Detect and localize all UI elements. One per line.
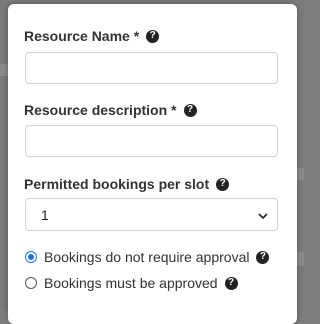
resource-name-input[interactable]: [25, 52, 278, 84]
help-icon[interactable]: ?: [183, 103, 197, 117]
background-strip: [296, 168, 304, 180]
resource-dialog: Resource Name * ? Resource description *…: [8, 4, 297, 324]
background-strip: [0, 64, 8, 76]
help-icon[interactable]: ?: [256, 250, 270, 264]
resource-name-label: Resource Name * ?: [24, 28, 160, 44]
approval-option-not-required[interactable]: Bookings do not require approval ?: [25, 249, 270, 265]
permitted-bookings-label: Permitted bookings per slot ?: [24, 176, 230, 192]
help-icon[interactable]: ?: [146, 29, 160, 43]
chevron-down-icon: [258, 207, 268, 223]
approval-option-required[interactable]: Bookings must be approved ?: [25, 275, 238, 291]
radio-button[interactable]: [25, 277, 37, 289]
radio-button[interactable]: [25, 251, 37, 263]
permitted-bookings-select[interactable]: 1: [25, 198, 278, 231]
select-value: 1: [41, 206, 49, 223]
background-strip: [296, 252, 304, 266]
help-icon[interactable]: ?: [224, 276, 238, 290]
resource-description-input[interactable]: [25, 125, 278, 157]
resource-description-label: Resource description * ?: [24, 102, 197, 118]
help-icon[interactable]: ?: [216, 177, 230, 191]
